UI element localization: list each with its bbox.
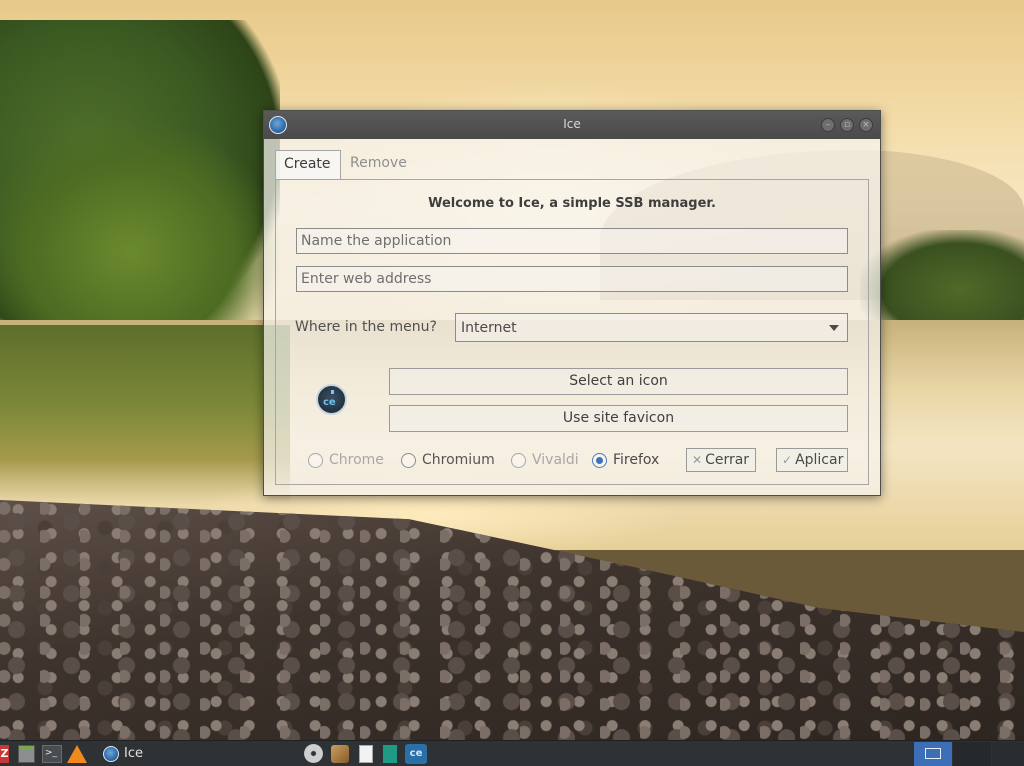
- radio-chromium[interactable]: Chromium: [401, 451, 495, 469]
- radio-circle-selected: [592, 452, 607, 468]
- workspace-2[interactable]: [953, 742, 991, 766]
- ice-logo-dot: [331, 390, 334, 394]
- paint-brush-icon[interactable]: [331, 745, 349, 763]
- workspace-3[interactable]: [992, 742, 1024, 766]
- ice-icon[interactable]: [103, 746, 119, 762]
- close-icon: ✕: [692, 453, 703, 467]
- screen-icon: [925, 748, 941, 759]
- close-button[interactable]: ✕ Cerrar: [686, 448, 756, 472]
- zotero-icon[interactable]: Z: [0, 745, 9, 763]
- radio-firefox-label: Firefox: [613, 452, 660, 468]
- wallpaper-forest-lower: [0, 120, 280, 340]
- use-favicon-button[interactable]: Use site favicon: [389, 405, 848, 432]
- document-icon[interactable]: [359, 745, 373, 763]
- web-address-input[interactable]: [296, 266, 848, 292]
- window-title: Ice: [563, 117, 581, 131]
- window-titlebar[interactable]: Ice – ▫ ×: [264, 111, 880, 139]
- apply-button[interactable]: ✓ Aplicar: [776, 448, 848, 472]
- ice-logo-text: ce: [323, 397, 336, 408]
- maximize-button[interactable]: ▫: [840, 118, 854, 132]
- vlc-icon[interactable]: [67, 745, 87, 763]
- menu-category-label: Where in the menu?: [295, 319, 437, 335]
- app-icon-preview: ce: [316, 384, 347, 415]
- workspace-1[interactable]: [914, 742, 952, 766]
- tab-create[interactable]: Create: [275, 150, 341, 180]
- radio-circle: [401, 452, 416, 468]
- menu-category-value: Internet: [461, 320, 517, 336]
- radio-circle: [511, 452, 526, 468]
- radio-circle: [308, 452, 323, 468]
- terminal-icon[interactable]: >_: [42, 745, 62, 763]
- taskbar-window-label[interactable]: Ice: [124, 746, 143, 764]
- close-window-button[interactable]: ×: [859, 118, 873, 132]
- select-icon-button[interactable]: Select an icon: [389, 368, 848, 395]
- radio-vivaldi-label: Vivaldi: [532, 452, 579, 468]
- book-icon[interactable]: [383, 745, 397, 763]
- radio-firefox[interactable]: Firefox: [592, 451, 659, 469]
- chevron-down-icon: [829, 325, 839, 331]
- radio-chrome-label: Chrome: [329, 452, 384, 468]
- tab-remove[interactable]: Remove: [342, 150, 414, 180]
- welcome-heading: Welcome to Ice, a simple SSB manager.: [428, 196, 716, 211]
- application-name-input[interactable]: [296, 228, 848, 254]
- radio-vivaldi[interactable]: Vivaldi: [511, 451, 579, 469]
- files-icon[interactable]: [18, 745, 35, 763]
- radio-chrome[interactable]: Chrome: [308, 451, 384, 469]
- taskbar: Z >_ Ice ce: [0, 740, 1024, 766]
- wallpaper-forest-right: [860, 230, 1024, 330]
- film-reel-icon[interactable]: [304, 744, 323, 763]
- apply-button-label: Aplicar: [795, 452, 844, 468]
- close-button-label: Cerrar: [705, 452, 750, 468]
- checkmark-icon: ✓: [782, 453, 793, 467]
- ice-launcher-icon[interactable]: ce: [405, 744, 427, 764]
- minimize-button[interactable]: –: [821, 118, 835, 132]
- menu-category-select[interactable]: Internet: [455, 313, 848, 342]
- radio-chromium-label: Chromium: [422, 452, 495, 468]
